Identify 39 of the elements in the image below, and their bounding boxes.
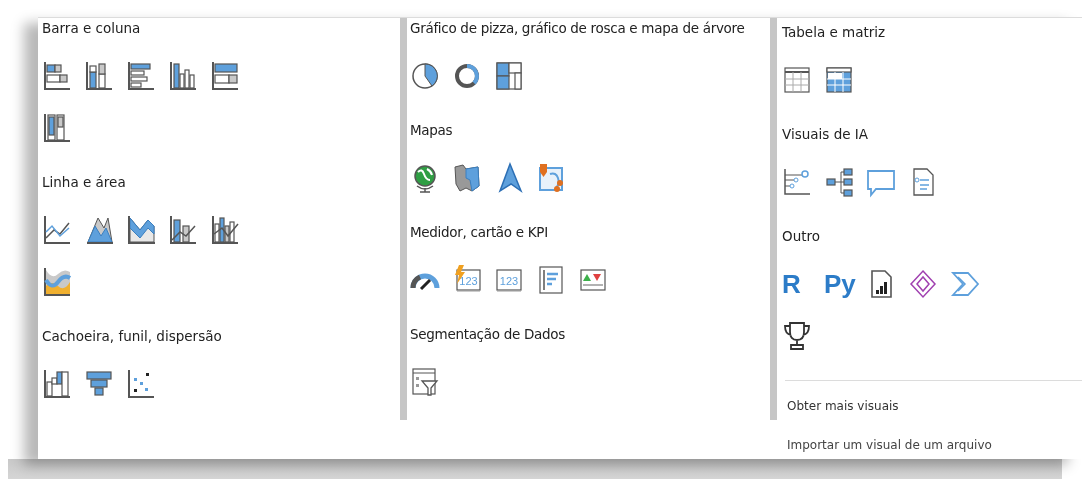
clustered-bar-chart-icon[interactable] <box>126 60 156 92</box>
waterfall-chart-icon[interactable] <box>42 368 72 400</box>
clustered-column-chart-icon[interactable] <box>168 60 198 92</box>
section-title: Tabela e matriz <box>782 23 886 42</box>
tree-diagram-icon[interactable] <box>824 166 854 198</box>
stacked-area-chart-icon[interactable] <box>126 214 156 246</box>
script-visual-button[interactable]: Py <box>824 268 856 300</box>
trophy-icon[interactable] <box>782 320 812 352</box>
menu-link[interactable]: Obter mais visuais <box>787 399 899 413</box>
filled-map-icon[interactable] <box>452 162 482 194</box>
line-chart-icon[interactable] <box>42 214 72 246</box>
section-title: Cachoeira, funil, dispersão <box>42 327 222 346</box>
script-visual-button[interactable]: R <box>782 268 801 300</box>
section-title: Barra e coluna <box>42 19 141 38</box>
line-and-column-chart-icon[interactable] <box>168 214 198 246</box>
treemap-icon[interactable] <box>494 60 524 92</box>
section-title: Segmentação de Dados <box>410 325 565 344</box>
stacked-bar-chart-icon[interactable] <box>42 60 72 92</box>
section-title: Medidor, cartão e KPI <box>410 223 548 242</box>
diamond-icon[interactable] <box>908 268 938 300</box>
matrix-icon[interactable] <box>824 64 854 96</box>
section-title: Mapas <box>410 121 453 140</box>
table-icon[interactable] <box>782 64 812 96</box>
line-and-clustered-column-chart-icon[interactable] <box>210 214 240 246</box>
pinned-map-icon[interactable] <box>536 162 566 194</box>
slicer-filter-icon[interactable] <box>410 366 440 398</box>
full-stacked-bar-chart-icon[interactable] <box>210 60 240 92</box>
section-title: Outro <box>782 227 820 246</box>
pie-chart-icon[interactable] <box>410 60 440 92</box>
section-title: Visuais de IA <box>782 125 868 144</box>
menu-link[interactable]: Importar um visual de um arquivo <box>787 438 992 452</box>
section-title: Linha e área <box>42 173 126 192</box>
node-chart-icon[interactable] <box>782 166 812 198</box>
section-title: Gráfico de pizza, gráfico de rosca e mapa de árvore <box>410 19 745 38</box>
full-stacked-column-chart-icon[interactable] <box>42 112 72 144</box>
scatter-plot-icon[interactable] <box>126 368 156 400</box>
multi-row-card-icon[interactable] <box>536 264 566 296</box>
ribbon-chart-icon[interactable] <box>42 266 72 298</box>
stacked-column-chart-icon[interactable] <box>84 60 114 92</box>
